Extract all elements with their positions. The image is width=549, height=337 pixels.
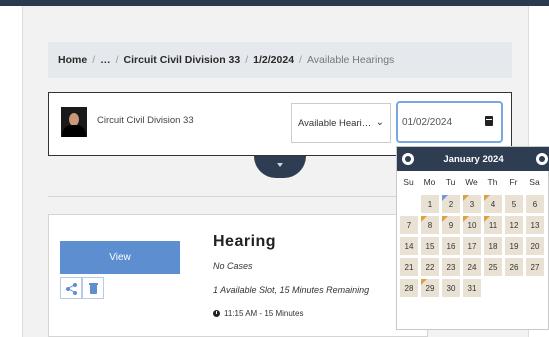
prev-month-icon[interactable] — [402, 153, 414, 165]
breadcrumb-ellipsis[interactable]: … — [100, 54, 111, 66]
view-button[interactable]: View — [60, 241, 180, 274]
weekday-label: Fr — [509, 177, 518, 187]
calendar-day[interactable]: 16 — [442, 237, 460, 255]
hearing-slots: 1 Available Slot, 15 Minutes Remaining — [213, 285, 370, 295]
hearing-type-select[interactable]: Available Heari… ⌄ — [291, 103, 391, 143]
calendar-day[interactable]: 2 — [442, 195, 460, 213]
availability-marker — [442, 195, 448, 201]
delete-button[interactable] — [82, 277, 104, 299]
calendar-empty — [400, 195, 418, 213]
date-input[interactable]: 01/02/2024 — [396, 101, 503, 143]
hearing-title: Hearing — [213, 233, 277, 250]
breadcrumb-separator: / — [299, 54, 302, 66]
calendar-day[interactable]: 13 — [526, 216, 544, 234]
breadcrumb-separator: / — [115, 54, 119, 66]
chevron-down-icon: ⌄ — [375, 117, 384, 128]
date-value: 01/02/2024 — [402, 116, 453, 128]
calendar-day[interactable]: 24 — [463, 258, 481, 276]
availability-marker — [484, 216, 490, 222]
calendar-day[interactable]: 20 — [526, 237, 544, 255]
availability-marker — [421, 279, 427, 285]
calendar-day[interactable]: 7 — [400, 216, 418, 234]
calendar-day[interactable]: 22 — [421, 258, 439, 276]
chevron-down-icon — [277, 163, 283, 167]
calendar-empty — [484, 279, 502, 297]
next-month-icon[interactable] — [536, 153, 548, 165]
datepicker-header: January 2024 — [397, 147, 549, 171]
calendar-day[interactable]: 1 — [421, 195, 439, 213]
calendar-empty — [526, 279, 544, 297]
calendar-day[interactable]: 19 — [505, 237, 523, 255]
hearing-time-label: 11:15 AM - 15 Minutes — [224, 309, 304, 318]
calendar-day[interactable]: 17 — [463, 237, 481, 255]
calendar-day[interactable]: 6 — [526, 195, 544, 213]
breadcrumb-separator: / — [245, 54, 249, 66]
availability-marker — [463, 216, 469, 222]
share-button[interactable] — [60, 277, 82, 299]
calendar-day[interactable]: 27 — [526, 258, 544, 276]
calendar-day[interactable]: 4 — [484, 195, 502, 213]
availability-marker — [442, 216, 448, 222]
calendar-day[interactable]: 8 — [421, 216, 439, 234]
weekday-label: Sa — [529, 177, 540, 187]
availability-marker — [484, 195, 490, 201]
calendar-day[interactable]: 28 — [400, 279, 418, 297]
calendar-day[interactable]: 3 — [463, 195, 481, 213]
calendar-day[interactable]: 12 — [505, 216, 523, 234]
calendar-day[interactable]: 5 — [505, 195, 523, 213]
availability-marker — [421, 216, 427, 222]
hearing-cases: No Cases — [213, 261, 253, 271]
divider — [48, 196, 398, 197]
breadcrumb: Home / … / Circuit Civil Division 33 / 1… — [48, 42, 512, 78]
breadcrumb-current: Available Hearings — [306, 54, 395, 66]
calendar-day[interactable]: 9 — [442, 216, 460, 234]
availability-marker — [463, 195, 469, 201]
calendar-day[interactable]: 15 — [421, 237, 439, 255]
calendar-day[interactable]: 31 — [463, 279, 481, 297]
calendar-day[interactable]: 10 — [463, 216, 481, 234]
calendar-day[interactable]: 18 — [484, 237, 502, 255]
weekday-label: Mo — [423, 177, 436, 187]
calendar-day[interactable]: 29 — [421, 279, 439, 297]
hearing-time: 11:15 AM - 15 Minutes — [213, 309, 303, 318]
datepicker-month-label[interactable]: January 2024 — [443, 154, 503, 165]
calendar-icon[interactable] — [485, 116, 493, 126]
calendar-day[interactable]: 25 — [484, 258, 502, 276]
clock-icon — [213, 310, 220, 317]
calendar-day[interactable]: 23 — [442, 258, 460, 276]
calendar-day[interactable]: 14 — [400, 237, 418, 255]
weekday-label: Tu — [445, 177, 456, 187]
breadcrumb-home[interactable]: Home — [58, 54, 87, 66]
calendar-day[interactable]: 21 — [400, 258, 418, 276]
calendar-empty — [505, 279, 523, 297]
judge-avatar — [61, 107, 87, 137]
judge-name: Circuit Civil Division 33 — [97, 115, 194, 126]
datepicker: January 2024 Su Mo Tu We Th Fr Sa 1 2 3 4 5 6 7 8 9 10 11… — [396, 146, 549, 330]
breadcrumb-date[interactable]: 1/2/2024 — [253, 54, 294, 66]
weekday-label: Th — [487, 177, 498, 187]
calendar-day[interactable]: 11 — [484, 216, 502, 234]
breadcrumb-separator: / — [92, 54, 96, 66]
calendar-day[interactable]: 26 — [505, 258, 523, 276]
breadcrumb-division[interactable]: Circuit Civil Division 33 — [124, 54, 241, 66]
calendar-day[interactable]: 30 — [442, 279, 460, 297]
hearing-type-value: Available Heari… — [298, 117, 372, 129]
weekday-label: We — [465, 177, 478, 187]
weekday-label: Su — [403, 177, 414, 187]
hearing-card: View Hearing No Cases 1 Available Slot, … — [48, 214, 428, 337]
